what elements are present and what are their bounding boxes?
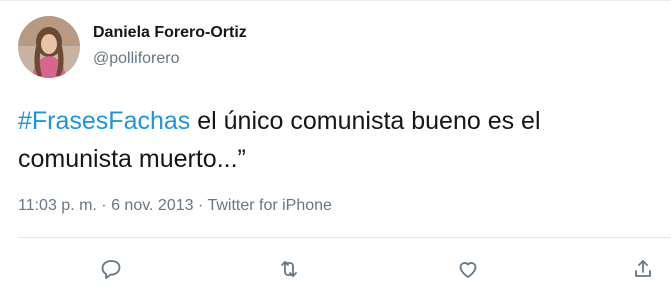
reply-icon xyxy=(101,260,121,279)
tweet-text: #FrasesFachas el único comunista bueno e… xyxy=(18,102,658,178)
reply-button[interactable] xyxy=(94,252,128,286)
heart-icon xyxy=(459,262,477,278)
share-button[interactable] xyxy=(626,252,660,286)
author-handle[interactable]: @polliforero xyxy=(93,50,180,68)
hashtag-link[interactable]: #FrasesFachas xyxy=(18,107,190,135)
top-divider xyxy=(0,0,671,1)
avatar[interactable] xyxy=(18,16,80,78)
author-name[interactable]: Daniela Forero-Ortiz xyxy=(93,24,247,42)
retweet-icon xyxy=(281,261,297,277)
action-bar xyxy=(0,252,671,286)
tweet-card: Daniela Forero-Ortiz @polliforero #Frase… xyxy=(0,0,671,290)
retweet-button[interactable] xyxy=(272,252,306,286)
avatar-image xyxy=(18,16,80,78)
actions-divider xyxy=(18,237,671,238)
share-icon xyxy=(635,260,651,277)
tweet-meta[interactable]: 11:03 p. m. · 6 nov. 2013 · Twitter for … xyxy=(18,197,332,215)
like-button[interactable] xyxy=(451,252,485,286)
